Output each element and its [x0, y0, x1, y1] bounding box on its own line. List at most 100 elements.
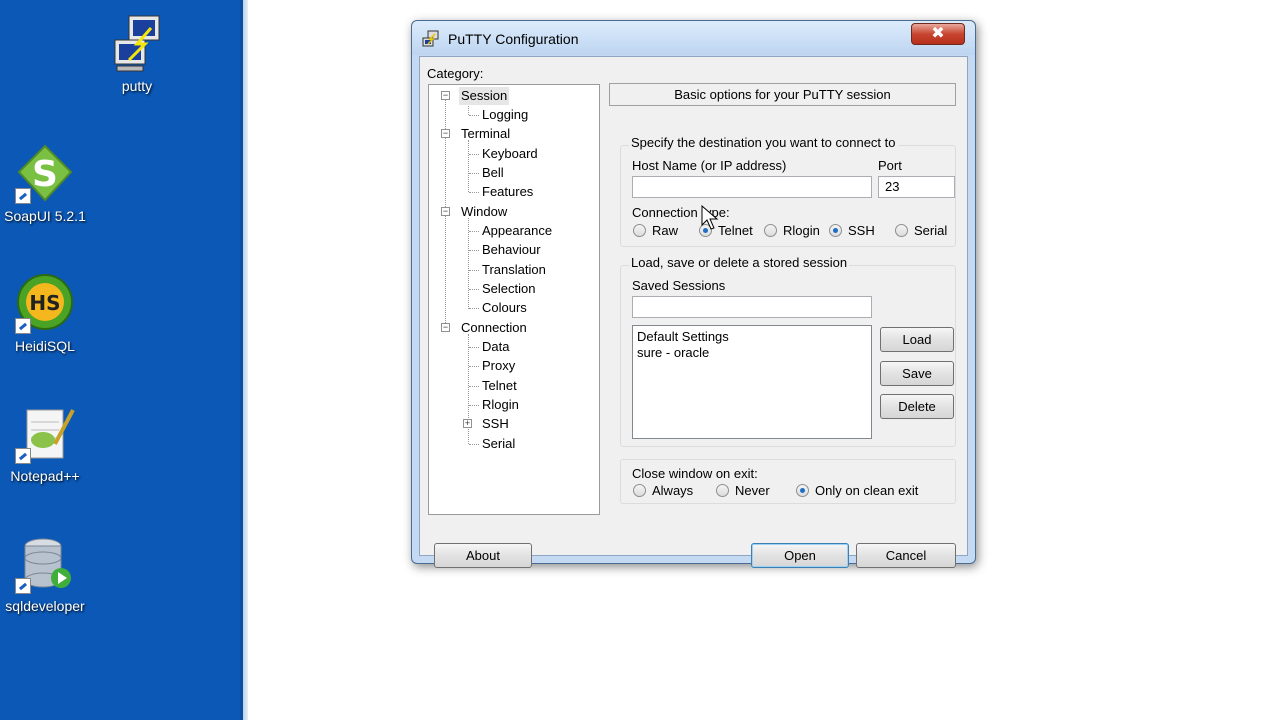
- radio-label-never[interactable]: Never: [735, 483, 770, 498]
- close-icon: ✖: [931, 25, 945, 42]
- stored-session-group-title: Load, save or delete a stored session: [629, 255, 850, 270]
- desktop: putty S SoapUI 5.2.1 HS HeidiSQL Notepad…: [0, 0, 240, 720]
- collapse-icon[interactable]: −: [441, 129, 450, 138]
- close-button[interactable]: ✖: [911, 23, 965, 45]
- radio-label-always[interactable]: Always: [652, 483, 693, 498]
- sqldeveloper-icon: [15, 534, 75, 594]
- radio-only-clean-exit[interactable]: [796, 484, 809, 497]
- radio-label-serial[interactable]: Serial: [914, 223, 947, 238]
- tree-item-label: Window: [461, 204, 508, 219]
- tree-line: [469, 192, 479, 193]
- shortcut-arrow-icon: [15, 448, 31, 464]
- save-button[interactable]: Save: [880, 361, 954, 386]
- tree-item-session[interactable]: − Session: [441, 87, 601, 105]
- radio-label-ssh[interactable]: SSH: [848, 223, 875, 238]
- desktop-icon-heidisql[interactable]: HS HeidiSQL: [0, 274, 93, 354]
- saved-sessions-label: Saved Sessions: [632, 278, 726, 293]
- dialog-client-area: Category: − Session Logging − Terminal K…: [419, 56, 968, 568]
- desktop-icon-label: HeidiSQL: [15, 338, 75, 354]
- tree-item-label: Translation: [482, 262, 546, 277]
- shortcut-arrow-icon: [15, 318, 31, 334]
- desktop-icon-notepadpp[interactable]: Notepad++: [0, 404, 93, 484]
- radio-label-rlogin[interactable]: Rlogin: [783, 223, 820, 238]
- cancel-button[interactable]: Cancel: [856, 543, 956, 568]
- saved-sessions-input[interactable]: [632, 296, 872, 318]
- host-name-label: Host Name (or IP address): [632, 158, 787, 173]
- category-label: Category:: [427, 66, 484, 81]
- collapse-icon[interactable]: −: [441, 207, 450, 216]
- desktop-icon-label: SoapUI 5.2.1: [4, 208, 86, 224]
- radio-always[interactable]: [633, 484, 646, 497]
- mouse-cursor-icon: [701, 205, 719, 230]
- tree-line: [469, 289, 479, 290]
- tree-item-label: Features: [482, 184, 534, 199]
- tree-line: [469, 405, 479, 406]
- saved-sessions-list[interactable]: Default Settings sure - oracle: [632, 325, 872, 439]
- radio-label-telnet[interactable]: Telnet: [718, 223, 753, 238]
- radio-label-raw[interactable]: Raw: [652, 223, 678, 238]
- about-button[interactable]: About: [434, 543, 532, 568]
- collapse-icon[interactable]: −: [441, 323, 450, 332]
- tree-line: [469, 154, 479, 155]
- tree-item-label: Logging: [482, 107, 529, 122]
- tree-item-label: Bell: [482, 165, 504, 180]
- tree-item-label: Appearance: [482, 223, 553, 238]
- tree-item-label: Behaviour: [482, 242, 541, 257]
- desktop-icon-label: Notepad++: [10, 468, 80, 484]
- delete-button[interactable]: Delete: [880, 394, 954, 419]
- collapse-icon[interactable]: −: [441, 91, 450, 100]
- list-item[interactable]: sure - oracle: [637, 345, 709, 360]
- tree-item-label: Session: [459, 87, 510, 105]
- desktop-window-edge: [240, 0, 248, 720]
- desktop-icon-soapui[interactable]: S SoapUI 5.2.1: [0, 144, 93, 224]
- svg-text:S: S: [32, 154, 58, 195]
- notepad-plus-plus-icon: [15, 404, 75, 464]
- host-name-input[interactable]: [632, 176, 872, 198]
- tree-item-label: Serial: [482, 436, 516, 451]
- shortcut-arrow-icon: [15, 188, 31, 204]
- tree-item-label: Colours: [482, 300, 527, 315]
- tree-line: [469, 444, 479, 445]
- category-tree[interactable]: − Session Logging − Terminal Keyboard Be…: [428, 84, 600, 515]
- tree-line: [469, 173, 479, 174]
- radio-label-only-clean-exit[interactable]: Only on clean exit: [815, 483, 918, 498]
- tree-item-label: Proxy: [482, 358, 516, 373]
- port-input[interactable]: 23: [878, 176, 955, 198]
- port-label: Port: [878, 158, 902, 173]
- radio-raw[interactable]: [633, 224, 646, 237]
- open-button[interactable]: Open: [751, 543, 849, 568]
- tree-item-label: Data: [482, 339, 510, 354]
- heidisql-badge: HS: [29, 291, 61, 315]
- desktop-icon-label: putty: [121, 78, 153, 94]
- radio-rlogin[interactable]: [764, 224, 777, 237]
- radio-ssh[interactable]: [829, 224, 842, 237]
- putty-icon: [422, 30, 439, 47]
- tree-line: [469, 366, 479, 367]
- expand-icon[interactable]: +: [463, 419, 472, 428]
- tree-item-label: Rlogin: [482, 397, 519, 412]
- radio-never[interactable]: [716, 484, 729, 497]
- tree-item-label: Terminal: [461, 126, 511, 141]
- tree-line: [469, 250, 479, 251]
- tree-line: [468, 140, 469, 192]
- list-item[interactable]: Default Settings: [637, 329, 729, 344]
- close-on-exit-label: Close window on exit:: [632, 466, 758, 481]
- tree-line: [469, 270, 479, 271]
- panel-header: Basic options for your PuTTY session: [609, 83, 956, 106]
- destination-group-title: Specify the destination you want to conn…: [629, 135, 898, 150]
- tree-line: [469, 115, 479, 116]
- radio-serial[interactable]: [895, 224, 908, 237]
- soapui-icon: S: [15, 144, 75, 204]
- load-button[interactable]: Load: [880, 327, 954, 352]
- title-bar[interactable]: PuTTY Configuration ✖: [412, 21, 975, 55]
- desktop-icon-sqldeveloper[interactable]: sqldeveloper: [0, 534, 93, 614]
- shortcut-arrow-icon: [15, 578, 31, 594]
- tree-item-label: Keyboard: [482, 146, 538, 161]
- tree-line: [469, 231, 479, 232]
- tree-item-label: Connection: [461, 320, 527, 335]
- putty-icon: [107, 14, 167, 74]
- tree-line: [469, 386, 479, 387]
- window-title: PuTTY Configuration: [448, 31, 579, 47]
- tree-line: [469, 308, 479, 309]
- desktop-icon-putty[interactable]: putty: [89, 14, 185, 94]
